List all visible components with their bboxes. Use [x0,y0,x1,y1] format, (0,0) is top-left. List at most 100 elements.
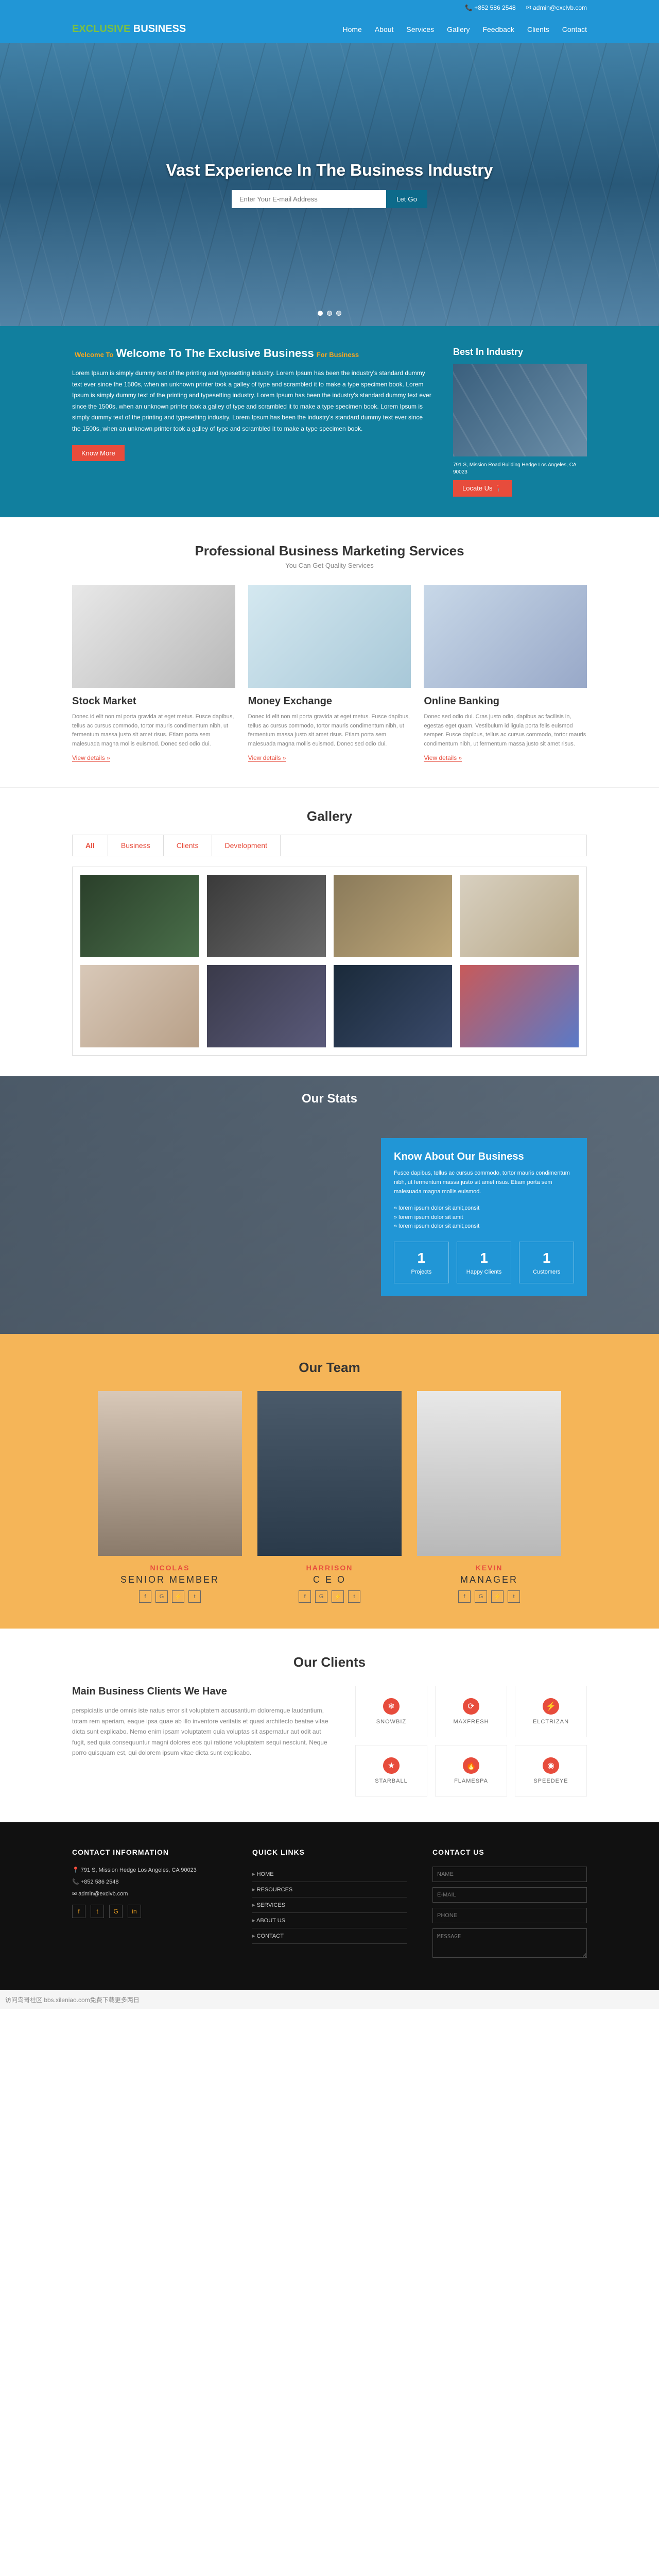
service-title: Online Banking [424,696,587,707]
client-card[interactable]: ❄SNOWBIZ [355,1686,427,1737]
carousel-dot[interactable] [327,311,332,316]
linkedin-icon[interactable]: in [128,1905,141,1918]
nav-about[interactable]: About [375,25,394,33]
footer-link[interactable]: CONTACT [252,1928,407,1944]
facebook-icon[interactable]: f [139,1590,151,1603]
member-photo [257,1391,402,1556]
email-input[interactable] [232,190,386,208]
clients-subtitle: Main Business Clients We Have [72,1686,335,1698]
stats-section: Our Stats Know About Our Business Fusce … [0,1076,659,1334]
rss-icon[interactable]: ⚡ [491,1590,504,1603]
footer-link[interactable]: RESOURCES [252,1882,407,1897]
footer-link[interactable]: SERVICES [252,1897,407,1913]
facebook-icon[interactable]: f [299,1590,311,1603]
tab-all[interactable]: All [73,835,108,856]
member-role: SENIOR MEMBER [98,1574,242,1585]
twitter-icon[interactable]: t [91,1905,104,1918]
tab-business[interactable]: Business [108,835,164,856]
member-role: C E O [257,1574,402,1585]
phone-input[interactable] [432,1908,587,1923]
hero-title: Vast Experience In The Business Industry [166,161,493,180]
name-input[interactable] [432,1867,587,1882]
stat-projects: 1Projects [394,1242,449,1283]
footer-link[interactable]: ABOUT US [252,1913,407,1928]
facebook-icon[interactable]: f [72,1905,85,1918]
tab-development[interactable]: Development [212,835,281,856]
gallery-section: Gallery All Business Clients Development [0,788,659,1076]
welcome-text: Lorem Ipsum is simply dummy text of the … [72,368,432,435]
carousel-dot[interactable] [318,311,323,316]
rss-icon[interactable]: ⚡ [332,1590,344,1603]
nav-home[interactable]: Home [342,25,361,33]
member-name: HARRISON [257,1564,402,1572]
hero-submit-button[interactable]: Let Go [386,190,427,208]
client-card[interactable]: ◉SPEEDEYE [515,1745,587,1797]
footer-links-title: QUICK LINKS [252,1848,407,1856]
hero-banner: Vast Experience In The Business Industry… [0,43,659,326]
gallery-item[interactable] [334,875,453,957]
bolt-icon: ⚡ [543,1698,559,1715]
client-card[interactable]: ★STARBALL [355,1745,427,1797]
twitter-icon[interactable]: t [508,1590,520,1603]
nav-clients[interactable]: Clients [527,25,549,33]
facebook-icon[interactable]: f [458,1590,471,1603]
email-input[interactable] [432,1887,587,1903]
nav-feedback[interactable]: Feedback [482,25,514,33]
nav-services[interactable]: Services [406,25,434,33]
google-icon[interactable]: G [475,1590,487,1603]
nav-menu: Home About Services Gallery Feedback Cli… [342,25,587,33]
locate-button[interactable]: Locate Us 📍 [453,480,512,497]
gallery-item[interactable] [207,875,326,957]
footer-contact-title: CONTACT INFORMATION [72,1848,227,1856]
navbar: EXCLUSIVE BUSINESS Home About Services G… [0,15,659,43]
clients-section: Our Clients Main Business Clients We Hav… [0,1629,659,1822]
footer-link[interactable]: HOME [252,1867,407,1882]
industry-image [453,364,587,456]
service-text: Donec id elit non mi porta gravida at eg… [248,713,411,749]
gallery-item[interactable] [80,965,199,1047]
nav-gallery[interactable]: Gallery [447,25,470,33]
gallery-tabs: All Business Clients Development [72,835,587,856]
service-text: Donec id elit non mi porta gravida at eg… [72,713,235,749]
gallery-item[interactable] [460,875,579,957]
team-member: HARRISON C E O fG ⚡ t [257,1391,402,1603]
rss-icon[interactable]: ⚡ [172,1590,184,1603]
refresh-icon: ⟳ [463,1698,479,1715]
message-input[interactable] [432,1928,587,1958]
google-icon[interactable]: G [315,1590,327,1603]
twitter-icon[interactable]: t [348,1590,360,1603]
team-member: NICOLAS SENIOR MEMBER fG⚡t [98,1391,242,1603]
fire-icon: 🔥 [463,1757,479,1774]
carousel-dots [318,311,341,316]
services-section: Professional Business Marketing Services… [0,517,659,788]
client-card[interactable]: ⚡ELCTRIZAN [515,1686,587,1737]
footer-address: 📍 791 S, Mission Hedge Los Angeles, CA 9… [72,1867,227,1873]
carousel-dot[interactable] [336,311,341,316]
client-card[interactable]: ⟳MAXFRESH [435,1686,507,1737]
client-card[interactable]: 🔥FLAMESPA [435,1745,507,1797]
topbar-email[interactable]: ✉ admin@exclvb.com [526,4,587,11]
nav-contact[interactable]: Contact [562,25,587,33]
service-link[interactable]: View details » [72,754,110,762]
footer-email: ✉ admin@exclvb.com [72,1890,227,1897]
tab-clients[interactable]: Clients [164,835,212,856]
stats-box-title: Know About Our Business [394,1151,574,1163]
gallery-item[interactable] [80,875,199,957]
gallery-item[interactable] [207,965,326,1047]
service-image [72,585,235,688]
service-text: Donec sed odio dui. Cras justo odio, dap… [424,713,587,749]
snowflake-icon: ❄ [383,1698,400,1715]
member-photo [98,1391,242,1556]
service-link[interactable]: View details » [248,754,286,762]
logo[interactable]: EXCLUSIVE BUSINESS [72,23,186,35]
industry-title: Best In Industry [453,347,587,358]
google-icon[interactable]: G [155,1590,168,1603]
service-link[interactable]: View details » [424,754,462,762]
gallery-item[interactable] [460,965,579,1047]
gallery-item[interactable] [334,965,453,1047]
topbar-phone[interactable]: 📞 +852 586 2548 [465,4,516,11]
google-icon[interactable]: G [109,1905,123,1918]
know-more-button[interactable]: Know More [72,445,125,461]
twitter-icon[interactable]: t [188,1590,201,1603]
footer-form-title: CONTACT US [432,1848,587,1856]
